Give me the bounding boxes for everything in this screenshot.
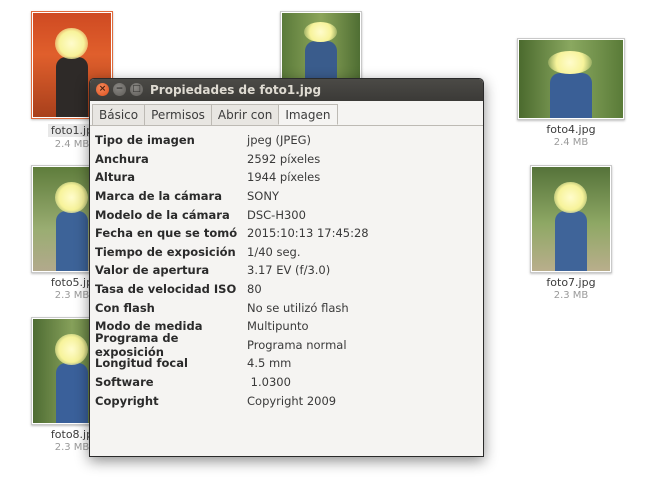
property-value: DSC-H300: [247, 207, 306, 222]
thumbnail: [530, 165, 612, 273]
property-value: Programa normal: [247, 337, 347, 352]
property-value: 80: [247, 282, 262, 297]
file-icon-foto7[interactable]: foto7.jpg 2.3 MB: [516, 165, 626, 301]
property-label: Con flash: [95, 300, 155, 315]
property-label: Modelo de la cámara: [95, 207, 230, 222]
file-name: foto7.jpg: [546, 276, 596, 289]
image-properties-panel: Tipo de imagen jpeg (JPEG) Anchura 2592 pí…: [90, 125, 483, 415]
property-row: Tiempo de exposición 1/40 seg.: [95, 243, 478, 262]
minimize-icon[interactable]: −: [113, 83, 126, 96]
property-label: Marca de la cámara: [95, 189, 222, 204]
property-label: Tipo de imagen: [95, 133, 195, 148]
property-row: Modelo de la cámara DSC-H300: [95, 205, 478, 224]
property-value: 3.17 EV (f/3.0): [247, 263, 331, 278]
property-row: Tipo de imagen jpeg (JPEG): [95, 131, 478, 150]
property-row: Longitud focal 4.5 mm: [95, 354, 478, 373]
property-row: Software 1.0300: [95, 373, 478, 392]
tab-bar: Básico Permisos Abrir con Imagen: [92, 104, 483, 125]
dialog-title: Propiedades de foto1.jpg: [150, 83, 322, 97]
property-value: 2015:10:13 17:45:28: [247, 226, 369, 241]
property-value: No se utilizó flash: [247, 300, 349, 315]
file-name: foto4.jpg: [546, 123, 596, 136]
property-row: Programa de exposición Programa normal: [95, 331, 478, 359]
property-row: Con flash No se utilizó flash: [95, 298, 478, 317]
property-value: 4.5 mm: [247, 356, 292, 371]
property-value: 2592 píxeles: [247, 151, 321, 166]
property-label: Software: [95, 375, 154, 390]
property-row: Tasa de velocidad ISO 80: [95, 280, 478, 299]
property-label: Valor de apertura: [95, 263, 210, 278]
properties-dialog: × − □ Propiedades de foto1.jpg Básico Pe…: [89, 78, 484, 457]
property-row: Copyright Copyright 2009: [95, 391, 478, 410]
tab-basico[interactable]: Básico: [92, 104, 145, 125]
property-label: Anchura: [95, 151, 149, 166]
tab-imagen[interactable]: Imagen: [278, 104, 338, 125]
file-icon-foto4[interactable]: foto4.jpg 2.4 MB: [516, 38, 626, 148]
property-label: Tiempo de exposición: [95, 244, 236, 259]
title-bar[interactable]: × − □ Propiedades de foto1.jpg: [90, 79, 483, 101]
property-row: Anchura 2592 píxeles: [95, 150, 478, 169]
property-label: Programa de exposición: [95, 330, 179, 359]
property-value: SONY: [247, 189, 279, 204]
tab-permisos[interactable]: Permisos: [144, 104, 211, 125]
property-value: Copyright 2009: [247, 393, 337, 408]
property-row: Fecha en que se tomó 2015:10:13 17:45:28: [95, 224, 478, 243]
thumbnail: [280, 11, 362, 81]
property-value: Multipunto: [247, 319, 309, 334]
property-value: 1/40 seg.: [247, 244, 301, 259]
property-label: Tasa de velocidad ISO: [95, 282, 237, 297]
property-label: Altura: [95, 170, 135, 185]
close-icon[interactable]: ×: [96, 83, 109, 96]
property-row: Valor de apertura 3.17 EV (f/3.0): [95, 261, 478, 280]
property-label: Copyright: [95, 393, 159, 408]
file-size: 2.3 MB: [553, 290, 589, 301]
property-value: 1.0300: [247, 375, 291, 390]
property-label: Longitud focal: [95, 356, 188, 371]
file-icon-foto-hidden[interactable]: [266, 11, 376, 81]
maximize-icon[interactable]: □: [130, 83, 143, 96]
property-value: jpeg (JPEG): [247, 133, 312, 148]
property-row: Altura 1944 píxeles: [95, 168, 478, 187]
property-value: 1944 píxeles: [247, 170, 321, 185]
file-size: 2.4 MB: [553, 137, 589, 148]
property-row: Marca de la cámara SONY: [95, 187, 478, 206]
thumbnail: [517, 38, 625, 120]
property-label: Fecha en que se tomó: [95, 226, 238, 241]
tab-abrir-con[interactable]: Abrir con: [210, 104, 279, 125]
